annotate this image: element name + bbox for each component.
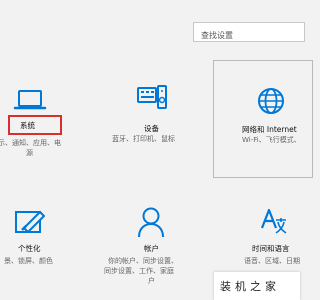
laptop-icon	[13, 90, 47, 110]
settings-search-box[interactable]	[193, 22, 305, 45]
tile-accounts-desc: 户	[148, 277, 155, 285]
tile-personalization-title: 个性化	[18, 244, 41, 253]
watermark-logo: 装机之家	[214, 272, 300, 300]
tile-time-language-desc: 语音、区域、日期	[244, 257, 300, 265]
tile-accounts-title: 帐户	[144, 244, 159, 253]
tile-network-desc: Wi-Fi、飞行模式、	[242, 136, 301, 144]
tile-accounts-desc: 同步设置、工作、家庭	[104, 267, 174, 275]
tile-system-desc: 源	[26, 149, 33, 157]
tile-system-title: 系统	[20, 121, 35, 130]
paint-brush-icon	[15, 211, 45, 233]
keyboard-speaker-icon	[137, 85, 167, 109]
network-tile-hover-frame	[213, 60, 313, 178]
watermark-text: 装机之家	[220, 280, 280, 293]
language-icon	[260, 208, 287, 234]
tile-accounts-desc: 你的帐户、同步设置、	[108, 257, 178, 265]
tile-devices-title: 设备	[144, 124, 159, 133]
tile-personalization-desc: 景、锁屏、颜色	[4, 257, 53, 265]
search-input[interactable]	[194, 26, 304, 45]
tile-system-desc: 示、通知、应用、电	[0, 139, 61, 147]
tile-time-language-title: 时间和语言	[252, 244, 290, 253]
globe-icon	[258, 88, 284, 114]
tile-devices-desc: 蓝牙、打印机、鼠标	[112, 135, 175, 143]
user-icon	[138, 207, 164, 238]
tile-network-title: 网络和 Internet	[242, 125, 297, 134]
selection-highlight	[8, 115, 62, 135]
